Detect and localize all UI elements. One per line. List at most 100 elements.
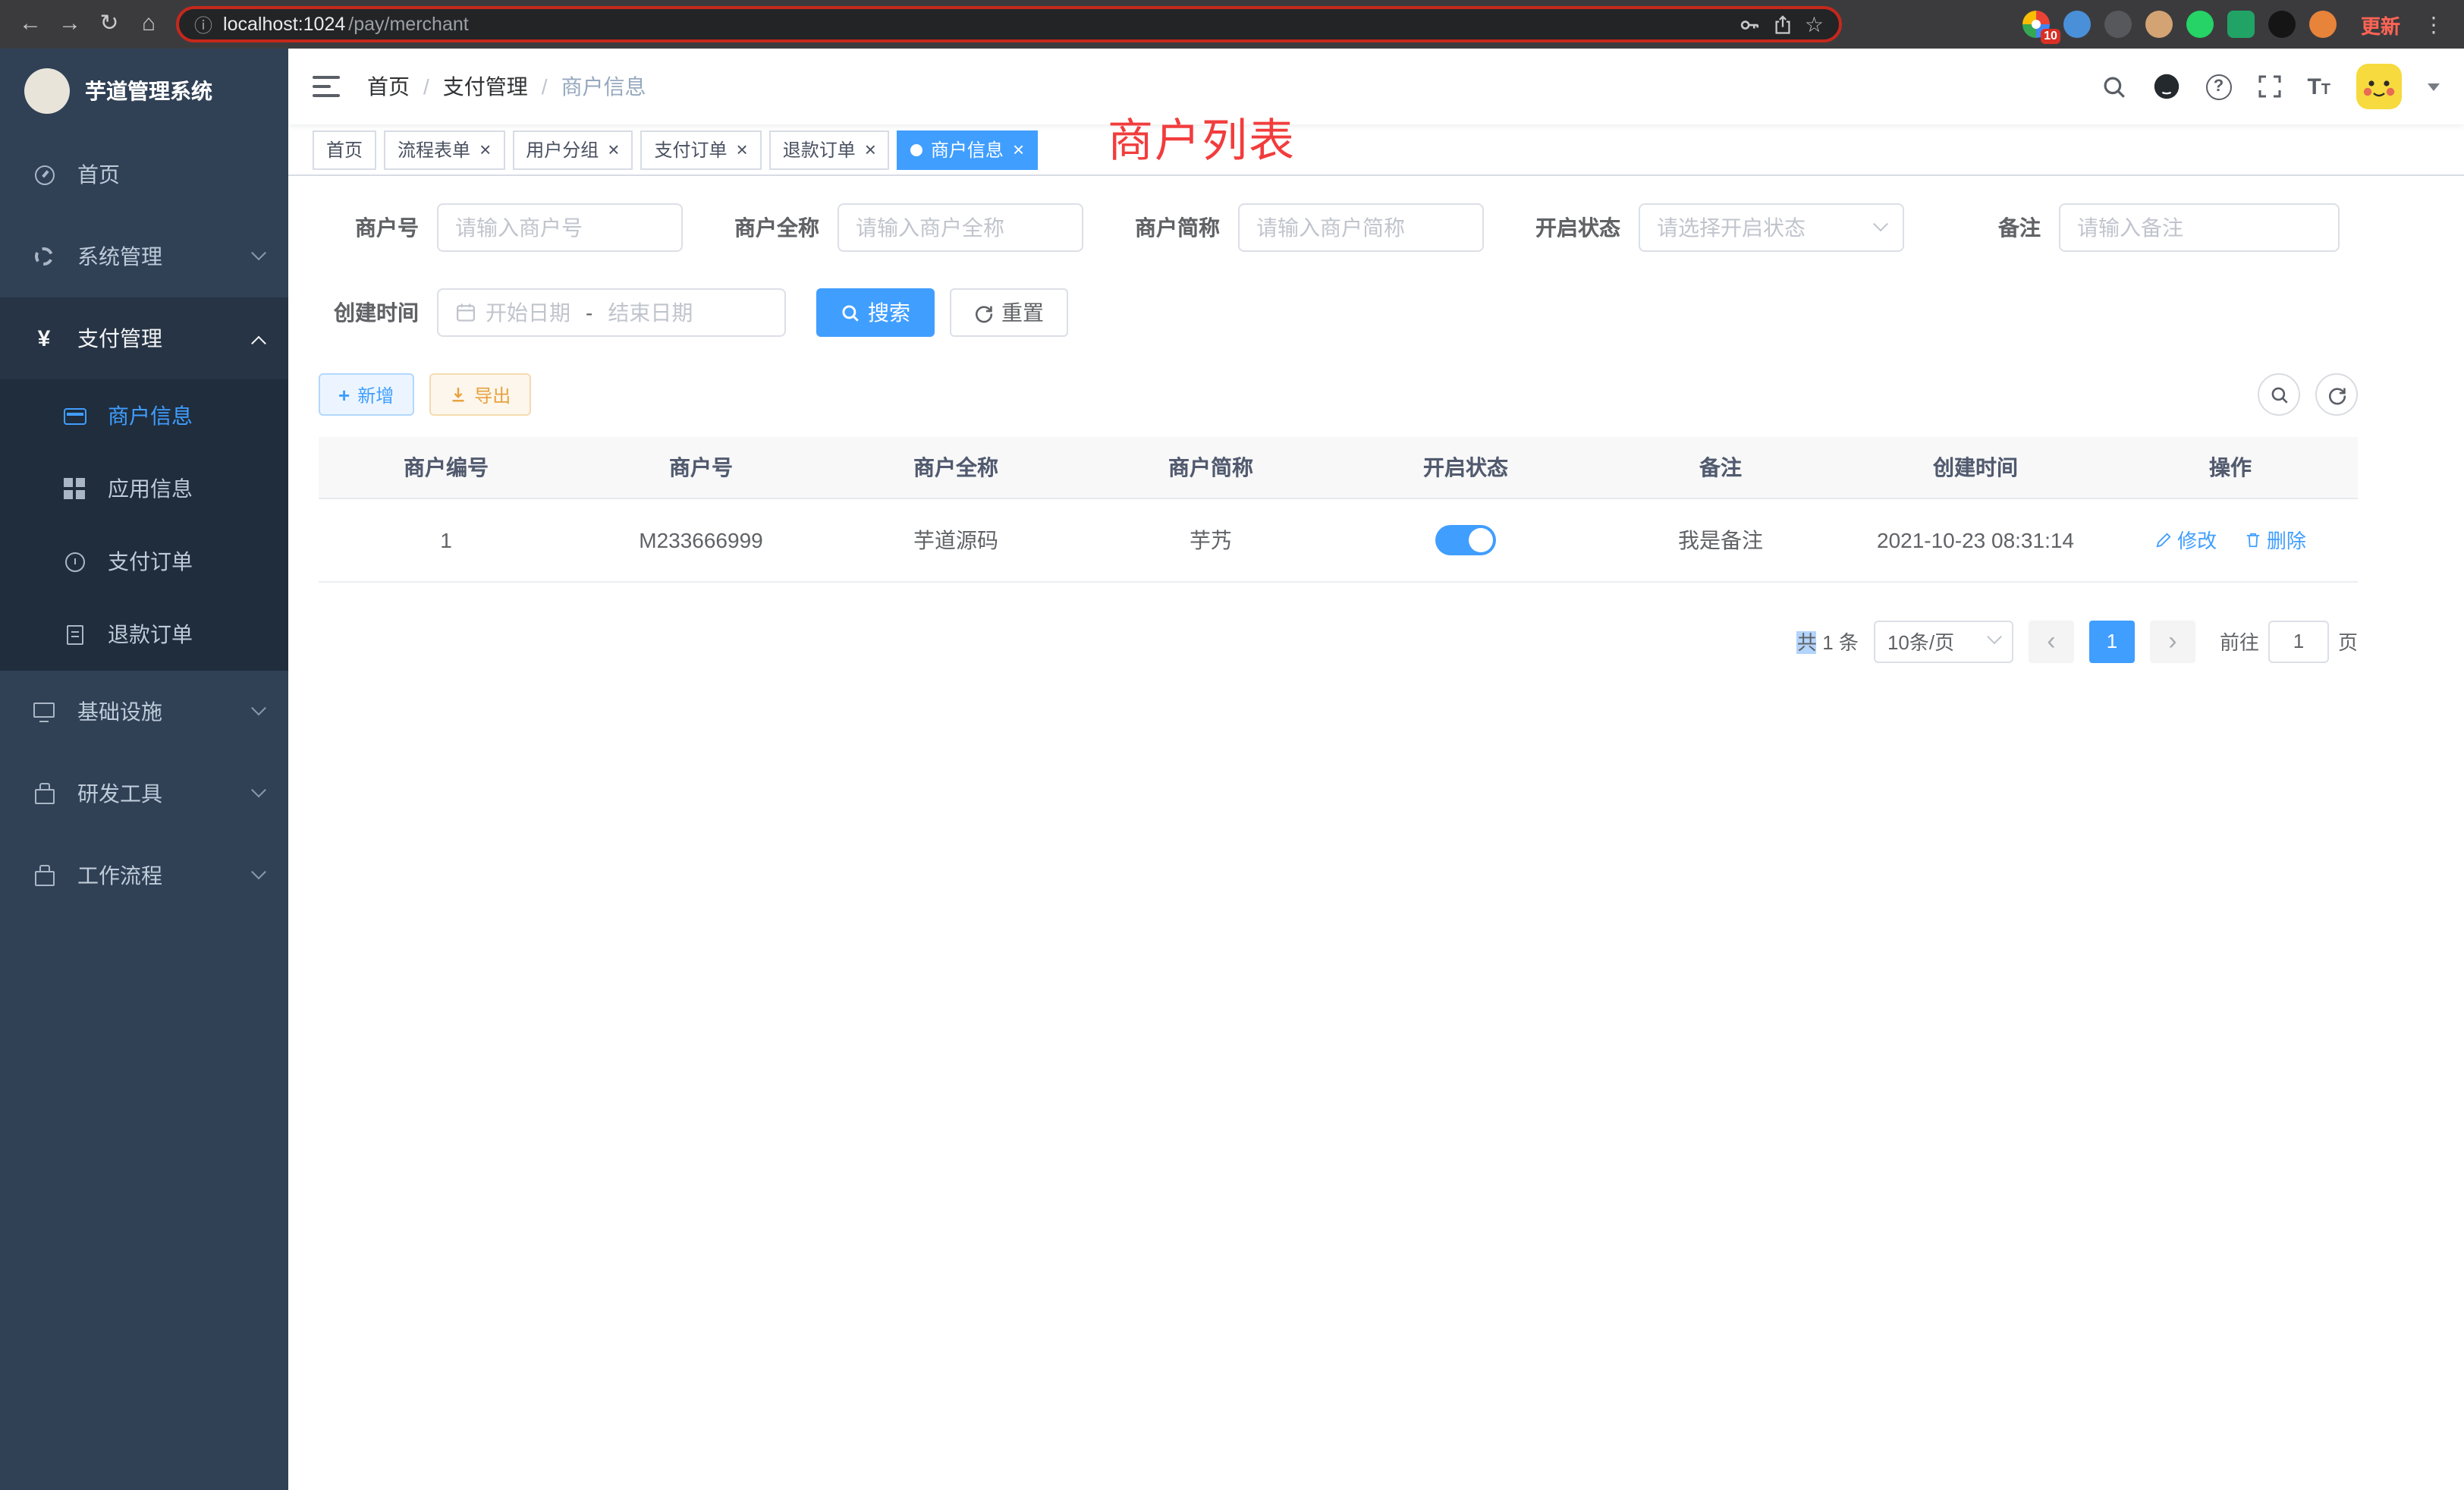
site-info-icon[interactable]: ⓘ xyxy=(194,11,212,37)
help-icon[interactable]: ? xyxy=(2205,74,2231,99)
search-form-row-1: 商户号 商户全称 商户简称 开启状态 请选择开启状态 xyxy=(319,203,2358,252)
sidebar-item-merchant-info[interactable]: 商户信息 xyxy=(0,379,288,452)
browser-back-icon[interactable]: ← xyxy=(12,6,49,42)
avatar-dropdown-icon[interactable] xyxy=(2428,83,2440,97)
pagination: 共 1 条 10条/页 ‹ 1 › 前往 页 xyxy=(319,620,2358,662)
extensions-row: 10 xyxy=(2022,11,2337,38)
extension-green-book-icon[interactable] xyxy=(2227,11,2255,38)
active-tab-dot xyxy=(911,143,923,156)
browser-forward-icon[interactable]: → xyxy=(52,6,88,42)
full-name-input[interactable] xyxy=(856,215,1065,240)
breadcrumb-payment[interactable]: 支付管理 xyxy=(443,71,528,102)
breadcrumb-current: 商户信息 xyxy=(561,71,646,102)
sidebar-item-payment[interactable]: ¥ 支付管理 xyxy=(0,297,288,379)
profile-avatar-icon[interactable] xyxy=(2309,11,2337,38)
delete-button[interactable]: 删除 xyxy=(2244,525,2306,554)
next-page-button[interactable]: › xyxy=(2150,620,2195,662)
grid-icon xyxy=(61,475,88,502)
tab-close-icon[interactable]: × xyxy=(865,140,876,159)
status-toggle[interactable] xyxy=(1435,524,1496,555)
goto-page-input[interactable] xyxy=(2268,620,2329,662)
user-avatar[interactable] xyxy=(2356,64,2402,109)
app-logo[interactable]: 芋道管理系统 xyxy=(0,49,288,134)
sidebar-item-pay-order[interactable]: 支付订单 xyxy=(0,525,288,598)
edit-button[interactable]: 修改 xyxy=(2154,525,2217,554)
briefcase-icon xyxy=(30,862,58,889)
breadcrumb-separator: / xyxy=(542,74,548,99)
bookmark-star-icon[interactable]: ☆ xyxy=(1805,11,1824,37)
page-size-select[interactable]: 10条/页 xyxy=(1874,620,2013,662)
document-icon xyxy=(61,621,88,648)
sidebar-item-refund-order[interactable]: 退款订单 xyxy=(0,598,288,671)
tab-merchant-info[interactable]: 商户信息 × xyxy=(897,130,1038,169)
update-button[interactable]: 更新 xyxy=(2361,10,2400,39)
tab-home[interactable]: 首页 xyxy=(313,130,376,169)
tab-pay-order[interactable]: 支付订单 × xyxy=(640,130,761,169)
tab-refund-order[interactable]: 退款订单 × xyxy=(769,130,890,169)
export-button[interactable]: 导出 xyxy=(429,373,530,416)
extension-black-icon[interactable] xyxy=(2268,11,2296,38)
col-actions: 操作 xyxy=(2103,437,2358,498)
share-icon[interactable] xyxy=(1773,13,1794,36)
tags-view-bar: 首页 流程表单 × 用户分组 × 支付订单 × 退款订单 × xyxy=(288,124,2464,176)
date-range-picker[interactable]: 开始日期 - 结束日期 xyxy=(437,288,786,337)
sidebar-item-home[interactable]: 首页 xyxy=(0,134,288,215)
merchant-no-input[interactable] xyxy=(455,215,665,240)
tab-process-form[interactable]: 流程表单 × xyxy=(384,130,504,169)
calendar-icon xyxy=(455,302,476,323)
refresh-button[interactable] xyxy=(2315,373,2358,416)
sidebar-item-infrastructure[interactable]: 基础设施 xyxy=(0,671,288,753)
sidebar-item-system[interactable]: 系统管理 xyxy=(0,215,288,297)
col-short-name: 商户简称 xyxy=(1083,437,1338,498)
remark-input[interactable] xyxy=(2077,215,2321,240)
chevron-down-icon xyxy=(1873,215,1888,231)
github-icon[interactable] xyxy=(2152,73,2180,100)
extension-drop-icon[interactable] xyxy=(2063,11,2091,38)
cell-merchant-id: 1 xyxy=(319,498,574,581)
tab-close-icon[interactable]: × xyxy=(737,140,748,159)
browser-reload-icon[interactable]: ↻ xyxy=(91,6,127,42)
search-button[interactable]: 搜索 xyxy=(816,288,935,337)
extension-avatar-icon[interactable] xyxy=(2145,11,2173,38)
sidebar-item-dev-tools[interactable]: 研发工具 xyxy=(0,753,288,835)
short-name-input[interactable] xyxy=(1256,215,1466,240)
password-key-icon[interactable] xyxy=(1740,13,1762,36)
create-time-label: 创建时间 xyxy=(319,297,419,328)
short-name-field: 商户简称 xyxy=(1120,203,1484,252)
toolbar-right xyxy=(2258,373,2358,416)
monitor-icon xyxy=(30,698,58,725)
search-icon[interactable] xyxy=(2101,74,2126,99)
tab-close-icon[interactable]: × xyxy=(608,140,619,159)
font-size-icon[interactable]: TT xyxy=(2307,75,2330,98)
table-row: 1 M233666999 芋道源码 芋艿 我是备注 2021-10-23 08:… xyxy=(319,498,2358,581)
extension-badge: 10 xyxy=(2041,29,2060,44)
browser-menu-icon[interactable]: ⋮ xyxy=(2415,6,2452,42)
extension-puzzle-icon[interactable]: 10 xyxy=(2022,11,2050,38)
breadcrumb-home[interactable]: 首页 xyxy=(367,71,410,102)
chevron-down-icon xyxy=(251,699,266,715)
status-select[interactable]: 请选择开启状态 xyxy=(1639,203,1904,252)
extension-green-circle-icon[interactable] xyxy=(2186,11,2214,38)
tab-user-group[interactable]: 用户分组 × xyxy=(512,130,633,169)
start-date-placeholder[interactable]: 开始日期 xyxy=(486,297,570,328)
tab-close-icon[interactable]: × xyxy=(1013,140,1024,159)
chevron-down-icon xyxy=(251,781,266,797)
tab-close-icon[interactable]: × xyxy=(479,140,491,159)
browser-home-icon[interactable]: ⌂ xyxy=(130,6,167,42)
goto-page: 前往 页 xyxy=(2220,620,2358,662)
sidebar-item-workflow[interactable]: 工作流程 xyxy=(0,835,288,916)
add-button[interactable]: + 新增 xyxy=(319,373,413,416)
reset-button[interactable]: 重置 xyxy=(950,288,1068,337)
extension-dark-icon[interactable] xyxy=(2104,11,2132,38)
toggle-search-button[interactable] xyxy=(2258,373,2300,416)
top-navbar: 首页 / 支付管理 / 商户信息 ? xyxy=(288,49,2464,124)
prev-page-button[interactable]: ‹ xyxy=(2029,620,2074,662)
sidebar-item-app-info[interactable]: 应用信息 xyxy=(0,452,288,525)
end-date-placeholder[interactable]: 结束日期 xyxy=(608,297,693,328)
chevron-down-icon xyxy=(251,863,266,879)
fullscreen-icon[interactable] xyxy=(2257,74,2281,99)
navbar-actions: ? TT xyxy=(2101,64,2440,109)
address-bar[interactable]: ⓘ localhost:1024 /pay/merchant ☆ xyxy=(176,6,1842,42)
current-page-button[interactable]: 1 xyxy=(2089,620,2135,662)
sidebar-collapse-icon[interactable] xyxy=(313,76,340,97)
